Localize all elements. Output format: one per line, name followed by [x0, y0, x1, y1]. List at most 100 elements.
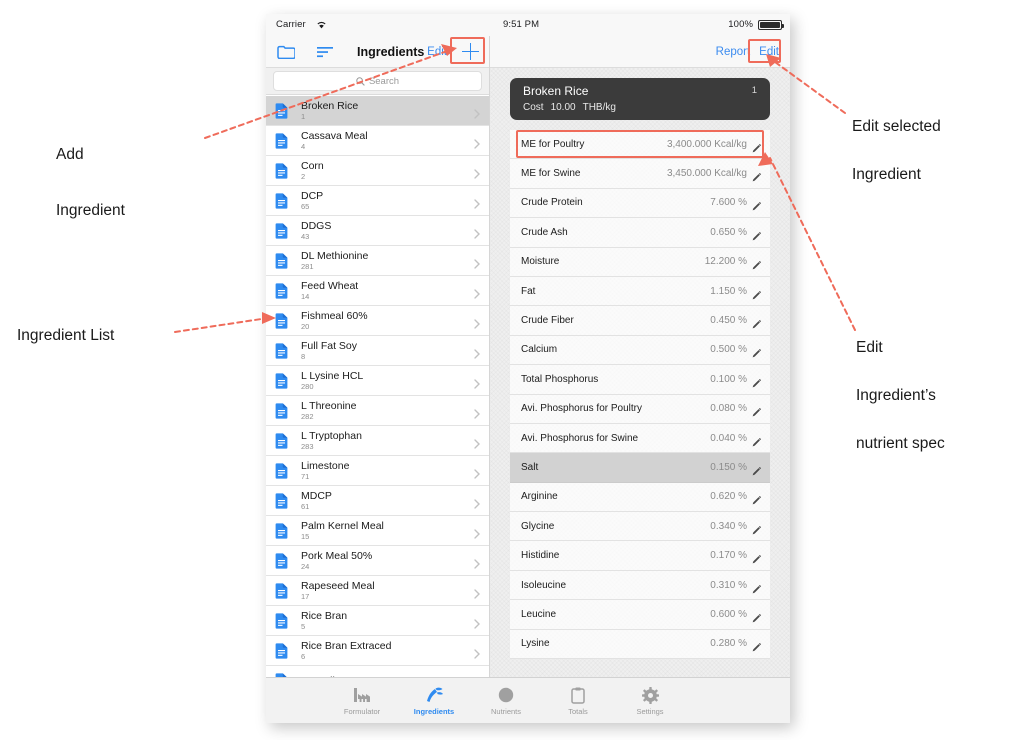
list-item[interactable]: Corn 2 [266, 156, 489, 186]
edit-nutrient-icon[interactable] [752, 316, 761, 329]
pencil-icon[interactable] [752, 320, 761, 329]
list-item[interactable]: Limestone 71 [266, 456, 489, 486]
tab-settings[interactable]: Settings [614, 685, 686, 716]
edit-nutrient-icon[interactable] [752, 639, 761, 652]
list-item[interactable]: Rapeseed Meal 17 [266, 576, 489, 606]
chevron-right-icon [474, 646, 480, 659]
nutrient-row[interactable]: Avi. Phosphorus for Poultry 0.080 % [510, 394, 770, 424]
nutrient-row[interactable]: Histidine 0.170 % [510, 541, 770, 571]
pencil-icon[interactable] [752, 349, 761, 358]
nutrient-row[interactable]: Crude Ash 0.650 % [510, 218, 770, 248]
edit-nutrient-icon[interactable] [752, 492, 761, 505]
edit-nutrient-icon[interactable] [752, 434, 761, 446]
pencil-icon[interactable] [752, 173, 761, 182]
list-item[interactable]: Broken Rice 1 [266, 96, 489, 126]
list-item[interactable]: Pork Meal 50% 24 [266, 546, 489, 576]
list-item-name: Rice Bran [301, 609, 348, 622]
pencil-icon[interactable] [752, 643, 761, 652]
pencil-icon[interactable] [752, 261, 761, 270]
tab-totals[interactable]: Totals [542, 685, 614, 716]
nutrient-row[interactable]: ME for Swine 3,450.000 Kcal/kg [510, 159, 770, 189]
list-item[interactable]: Fishmeal 60% 20 [266, 306, 489, 336]
nutrient-row[interactable]: Total Phosphorus 0.100 % [510, 365, 770, 395]
edit-nutrient-icon[interactable] [752, 610, 761, 623]
list-item[interactable]: DL Methionine 281 [266, 246, 489, 276]
nutrient-label: Avi. Phosphorus for Swine [521, 432, 639, 444]
nutrient-row[interactable]: Leucine 0.600 % [510, 600, 770, 630]
list-item[interactable]: Palm Kernel Meal 15 [266, 516, 489, 546]
master-edit-button[interactable]: Edit [427, 46, 447, 58]
tab-nutrients[interactable]: Nutrients [470, 685, 542, 716]
search-placeholder: Search [368, 75, 400, 87]
nutrient-row[interactable]: Glycine 0.340 % [510, 512, 770, 542]
document-icon [275, 432, 288, 449]
edit-nutrient-icon[interactable] [752, 404, 761, 417]
list-item[interactable]: Cassava Meal 4 [266, 126, 489, 156]
pencil-icon[interactable] [752, 437, 761, 447]
edit-nutrient-icon[interactable] [752, 169, 761, 182]
list-item[interactable]: Feed Wheat 14 [266, 276, 489, 306]
chevron-right-icon [474, 406, 480, 419]
list-item-number: 283 [301, 441, 314, 451]
sort-icon[interactable] [317, 46, 333, 58]
pencil-icon[interactable] [752, 379, 761, 388]
tab-ingredients[interactable]: Ingredients [398, 685, 470, 716]
list-item[interactable]: DCP 65 [266, 186, 489, 216]
chevron-right-icon [474, 589, 480, 599]
list-item[interactable]: MDCP 61 [266, 486, 489, 516]
search-input[interactable]: Search [273, 71, 482, 91]
nutrient-row[interactable]: Arginine 0.620 % [510, 482, 770, 513]
nutrient-label: Glycine [521, 520, 555, 532]
edit-nutrient-icon[interactable] [752, 198, 761, 211]
nutrient-row[interactable]: Crude Fiber 0.450 % [510, 306, 770, 336]
ingredient-list[interactable]: Broken Rice 1 Cassava Meal 4 Corn 2 DCP [266, 96, 489, 677]
chevron-right-icon [474, 319, 480, 329]
nutrient-row[interactable]: Calcium 0.500 % [510, 335, 770, 366]
status-bar-right: 9:51 PM 100% [490, 14, 790, 36]
chevron-right-icon [474, 259, 480, 269]
nutrient-row[interactable]: Moisture 12.200 % [510, 247, 770, 277]
tab-formulator[interactable]: Formulator [326, 685, 398, 716]
list-item[interactable]: Rice Bran Extraced 6 [266, 636, 489, 666]
list-item[interactable]: Full Fat Soy 8 [266, 336, 489, 366]
list-item[interactable]: L Threonine 282 [266, 396, 489, 426]
nutrient-list[interactable]: ME for Poultry 3,400.000 Kcal/kg ME for … [510, 130, 770, 677]
edit-nutrient-icon[interactable] [752, 257, 761, 270]
edit-nutrient-icon[interactable] [752, 551, 761, 564]
pencil-icon[interactable] [752, 525, 761, 535]
nutrient-row[interactable]: Salt 0.150 % [510, 453, 770, 483]
edit-nutrient-icon[interactable] [752, 287, 761, 300]
list-item[interactable]: Rice Bran 5 [266, 606, 489, 636]
list-item[interactable]: L Lysine HCL 280 [266, 366, 489, 396]
edit-nutrient-icon[interactable] [752, 345, 761, 358]
nutrient-row[interactable]: Isoleucine 0.310 % [510, 570, 770, 601]
list-item[interactable]: L Tryptophan 283 [266, 426, 489, 456]
pencil-icon[interactable] [752, 584, 761, 594]
list-item-name: DDGS [301, 219, 332, 232]
list-item-name: Full Fat Soy [301, 339, 358, 352]
nutrient-row[interactable]: Lysine 0.280 % [510, 629, 770, 660]
list-item-name: Rapeseed Meal [301, 579, 375, 592]
list-item[interactable]: DDGS 43 [266, 216, 489, 246]
edit-nutrient-icon[interactable] [752, 228, 761, 241]
edit-nutrient-icon[interactable] [752, 463, 761, 476]
chevron-right-icon [474, 256, 480, 269]
pencil-icon[interactable] [752, 555, 761, 564]
edit-nutrient-icon[interactable] [752, 375, 761, 388]
pencil-icon[interactable] [752, 232, 761, 241]
pencil-icon[interactable] [752, 496, 761, 505]
nutrient-row[interactable]: Avi. Phosphorus for Swine 0.040 % [510, 423, 770, 454]
pencil-icon[interactable] [752, 202, 761, 211]
list-item[interactable]: Soy Oil [266, 666, 489, 677]
report-button[interactable]: Report [716, 46, 751, 58]
pencil-icon[interactable] [752, 290, 761, 300]
edit-nutrient-icon[interactable] [752, 522, 761, 535]
edit-nutrient-icon[interactable] [752, 581, 761, 593]
nutrient-row[interactable]: Fat 1.150 % [510, 276, 770, 307]
pencil-icon[interactable] [752, 614, 761, 623]
ingredient-cost: Cost 10.00 THB/kg [523, 102, 623, 113]
pencil-icon[interactable] [752, 467, 761, 476]
nutrient-row[interactable]: Crude Protein 7.600 % [510, 188, 770, 219]
folder-icon[interactable] [277, 45, 295, 59]
pencil-icon[interactable] [752, 408, 761, 417]
